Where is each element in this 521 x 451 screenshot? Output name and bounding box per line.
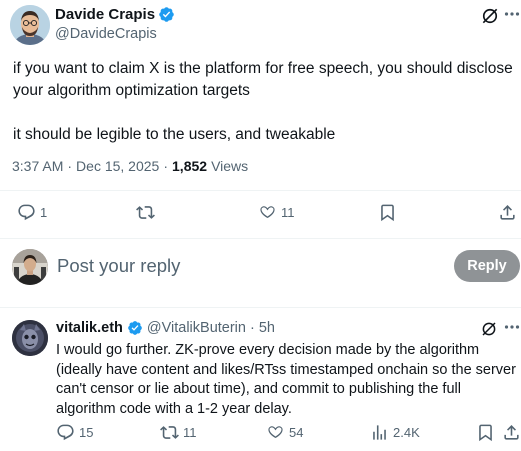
verified-badge-icon — [159, 7, 174, 22]
reply-body: I would go further. ZK-prove every decis… — [56, 342, 516, 417]
divider — [0, 190, 521, 191]
tweet-date[interactable]: Dec 15, 2025 — [76, 158, 159, 174]
reply-action[interactable]: 1 — [17, 203, 47, 222]
meta-separator: · — [67, 158, 73, 174]
repost-icon — [160, 426, 179, 439]
tweet-time[interactable]: 3:37 AM — [12, 158, 63, 174]
share-action[interactable] — [498, 203, 517, 222]
more-dots-icon[interactable] — [504, 4, 520, 24]
like-action[interactable]: 54 — [266, 423, 303, 442]
reply-icon — [18, 204, 35, 221]
bookmark-action[interactable] — [476, 423, 495, 442]
reply-count: 15 — [79, 425, 94, 440]
grok-icon[interactable] — [480, 320, 498, 338]
share-action[interactable] — [502, 423, 521, 442]
reply-icon — [57, 424, 74, 441]
tweet-body: if you want to claim X is the platform f… — [13, 58, 513, 146]
heart-icon — [268, 426, 283, 438]
tweet-paragraph: if you want to claim X is the platform f… — [13, 60, 513, 99]
author-name[interactable]: Davide Crapis — [55, 6, 175, 23]
like-action[interactable]: 11 — [258, 203, 295, 222]
reply-time[interactable]: 5h — [259, 320, 275, 336]
heart-icon — [260, 206, 275, 218]
author-avatar[interactable] — [10, 5, 50, 45]
views-count: 1,852 — [172, 158, 208, 174]
reply-action[interactable]: 15 — [56, 423, 93, 442]
meta-separator: · — [163, 158, 169, 174]
author-handle[interactable]: @DavideCrapis — [55, 26, 157, 42]
repost-action[interactable]: 11 — [160, 423, 197, 442]
grok-icon[interactable] — [480, 6, 500, 26]
reply-header: vitalik.eth @VitalikButerin · 5h — [56, 320, 275, 336]
views-count: 2.4K — [393, 425, 420, 440]
bookmark-icon — [479, 424, 492, 442]
like-count: 11 — [281, 205, 295, 220]
reply-button[interactable]: Reply — [454, 250, 520, 282]
repost-count: 11 — [183, 425, 197, 440]
views-icon — [373, 425, 386, 440]
repost-action[interactable] — [136, 203, 159, 222]
reply-author-name[interactable]: vitalik.eth — [56, 320, 123, 336]
tweet-paragraph: it should be legible to the users, and t… — [13, 126, 336, 143]
reply-count: 1 — [40, 205, 48, 220]
reply-input[interactable]: Post your reply — [57, 255, 180, 277]
tweet-meta: 3:37 AM · Dec 15, 2025 · 1,852 Views — [12, 158, 248, 174]
views-label: Views — [211, 158, 249, 174]
repost-icon — [136, 206, 155, 219]
author-name-text[interactable]: Davide Crapis — [55, 6, 155, 23]
bookmark-icon — [381, 204, 394, 222]
share-icon — [504, 425, 519, 440]
divider — [0, 238, 521, 239]
divider — [0, 307, 521, 308]
share-icon — [500, 205, 515, 220]
bookmark-action[interactable] — [378, 203, 397, 222]
reply-author-handle[interactable]: @VitalikButerin — [147, 320, 246, 336]
like-count: 54 — [289, 425, 304, 440]
verified-badge-icon — [128, 321, 142, 335]
reply-author-avatar[interactable] — [12, 320, 48, 356]
meta-separator: · — [249, 320, 255, 336]
views-action[interactable]: 2.4K — [370, 423, 420, 442]
current-user-avatar[interactable] — [12, 249, 48, 285]
more-dots-icon[interactable] — [504, 317, 520, 342]
